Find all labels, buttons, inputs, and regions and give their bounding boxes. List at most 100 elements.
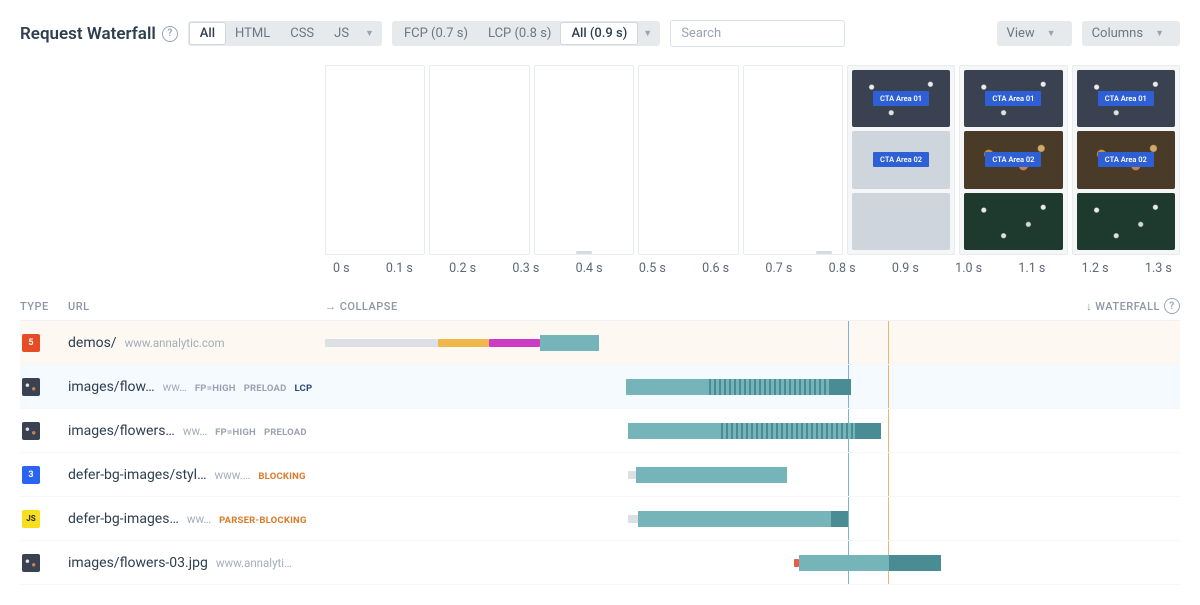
axis-tick: 0.2 s xyxy=(449,261,476,276)
axis-tick: 1.1 s xyxy=(1018,261,1045,276)
axis-tick: 0.4 s xyxy=(576,261,603,276)
timing-segment xyxy=(628,515,638,523)
request-row[interactable]: defer-bg-images/styl…www.…BLOCKING xyxy=(20,453,1180,497)
filmstrip-frame[interactable] xyxy=(325,65,425,255)
help-icon[interactable]: ? xyxy=(162,26,178,42)
search-input[interactable] xyxy=(670,20,845,47)
timing-segment xyxy=(831,379,851,395)
column-waterfall[interactable]: ↓ WATERFALL ? xyxy=(1086,298,1180,314)
img-icon xyxy=(22,378,40,396)
axis-tick: 0 s xyxy=(333,261,350,276)
request-path: defer-bg-images… xyxy=(68,511,179,527)
request-row[interactable]: demos/www.annalytic.com xyxy=(20,321,1180,365)
resource-filter-option[interactable]: CSS xyxy=(280,23,324,44)
request-host: ww… xyxy=(163,380,187,394)
request-path: demos/ xyxy=(68,335,117,351)
filmstrip-frame[interactable] xyxy=(638,65,738,255)
axis-tick: 1.0 s xyxy=(955,261,982,276)
request-host: www.annalytic.com xyxy=(125,336,225,350)
request-row[interactable]: defer-bg-images…ww…PARSER-BLOCKING xyxy=(20,497,1180,541)
columns-dropdown[interactable]: Columns▼ xyxy=(1082,21,1180,46)
filmstrip-frame[interactable] xyxy=(429,65,529,255)
axis-tick: 0.9 s xyxy=(892,261,919,276)
fcp-marker xyxy=(848,453,849,496)
filmstrip-thumbnail xyxy=(1077,193,1175,250)
timing-filter-option[interactable]: LCP (0.8 s) xyxy=(478,23,561,44)
request-host: ww… xyxy=(183,424,207,438)
lcp-marker xyxy=(888,365,889,408)
filmstrip: CTA Area 01CTA Area 02CTA Area 01CTA Are… xyxy=(325,65,1180,255)
lcp-marker xyxy=(888,453,889,496)
timing-segment xyxy=(438,339,489,347)
img-icon xyxy=(22,554,40,572)
help-icon[interactable]: ? xyxy=(1164,298,1180,314)
axis-tick: 0.1 s xyxy=(386,261,413,276)
chevron-down-icon: ▼ xyxy=(1041,28,1062,39)
timing-segment xyxy=(799,555,890,571)
js-icon xyxy=(22,510,40,528)
filmstrip-thumbnail: CTA Area 01 xyxy=(1077,70,1175,127)
timing-segment xyxy=(628,423,721,439)
request-rows: demos/www.annalytic.comimages/flow…ww…FP… xyxy=(20,321,1180,585)
timing-filter[interactable]: FCP (0.7 s)LCP (0.8 s)All (0.9 s)▼ xyxy=(392,21,660,46)
filmstrip-frame[interactable] xyxy=(534,65,634,255)
timing-filter-option[interactable]: All (0.9 s) xyxy=(561,23,637,44)
table-header: TYPE URL → COLLAPSE ↓ WATERFALL ? xyxy=(20,292,1180,321)
request-path: images/flowers-03.jpg xyxy=(68,555,208,571)
collapse-toggle[interactable]: → COLLAPSE xyxy=(325,300,398,313)
filmstrip-thumbnail: CTA Area 01 xyxy=(964,70,1062,127)
html-icon xyxy=(22,334,40,352)
axis-tick: 1.2 s xyxy=(1082,261,1109,276)
request-row[interactable]: images/flowers-03.jpgwww.annalyti… xyxy=(20,541,1180,585)
header: Request Waterfall ? AllHTMLCSSJS▼ FCP (0… xyxy=(20,20,1180,47)
resource-filter-option[interactable]: JS xyxy=(324,23,359,44)
timeline-axis: 0 s0.1 s0.2 s0.3 s0.4 s0.5 s0.6 s0.7 s0.… xyxy=(325,261,1180,276)
cta-label: CTA Area 02 xyxy=(873,152,929,167)
axis-tick: 0.5 s xyxy=(639,261,666,276)
timing-segment xyxy=(855,423,881,439)
timing-segment xyxy=(889,555,940,571)
timing-segment xyxy=(709,379,831,395)
view-dropdown[interactable]: View▼ xyxy=(997,21,1072,46)
filmstrip-thumbnail xyxy=(964,193,1062,250)
chevron-down-icon: ▼ xyxy=(1149,28,1170,39)
chevron-down-icon[interactable]: ▼ xyxy=(359,28,380,39)
cta-label: CTA Area 02 xyxy=(1098,152,1154,167)
column-url[interactable]: URL xyxy=(68,300,325,313)
request-tag: PRELOAD xyxy=(244,383,287,394)
cta-label: CTA Area 01 xyxy=(873,91,929,106)
request-row[interactable]: images/flowers…ww…FP=HIGHPRELOAD xyxy=(20,409,1180,453)
timing-segment xyxy=(489,339,540,347)
lcp-marker xyxy=(888,321,889,364)
request-path: images/flow… xyxy=(68,379,155,395)
fcp-marker xyxy=(848,497,849,540)
filmstrip-frame[interactable] xyxy=(743,65,843,255)
filmstrip-frame[interactable]: CTA Area 01 CTA Area 02 xyxy=(959,65,1067,255)
request-row[interactable]: images/flow…ww…FP=HIGHPRELOADLCP xyxy=(20,365,1180,409)
filmstrip-frame[interactable]: CTA Area 01 CTA Area 02 xyxy=(1072,65,1180,255)
timing-filter-option[interactable]: FCP (0.7 s) xyxy=(394,23,478,44)
page-title: Request Waterfall ? xyxy=(20,24,178,44)
filmstrip-thumbnail: CTA Area 01 xyxy=(852,70,950,127)
resource-filter-option[interactable]: All xyxy=(190,23,225,44)
cta-label: CTA Area 02 xyxy=(985,152,1041,167)
filmstrip-thumbnail: CTA Area 02 xyxy=(964,131,1062,188)
lcp-marker xyxy=(888,409,889,452)
cta-label: CTA Area 01 xyxy=(1098,91,1154,106)
column-type[interactable]: TYPE xyxy=(20,300,68,313)
filmstrip-frame[interactable]: CTA Area 01 CTA Area 02 xyxy=(847,65,955,255)
axis-tick: 0.6 s xyxy=(702,261,729,276)
timing-segment xyxy=(636,467,786,483)
resource-type-filter[interactable]: AllHTMLCSSJS▼ xyxy=(188,21,382,46)
request-tag: LCP xyxy=(295,383,313,394)
fcp-marker xyxy=(848,321,849,364)
request-path: defer-bg-images/styl… xyxy=(68,467,206,483)
axis-tick: 0.8 s xyxy=(829,261,856,276)
request-tag: BLOCKING xyxy=(258,471,305,482)
resource-filter-option[interactable]: HTML xyxy=(225,23,280,44)
timing-segment xyxy=(638,511,831,527)
chevron-down-icon[interactable]: ▼ xyxy=(637,28,658,39)
timing-segment xyxy=(628,471,637,479)
filmstrip-thumbnail: CTA Area 02 xyxy=(1077,131,1175,188)
request-tag: PRELOAD xyxy=(264,427,307,438)
